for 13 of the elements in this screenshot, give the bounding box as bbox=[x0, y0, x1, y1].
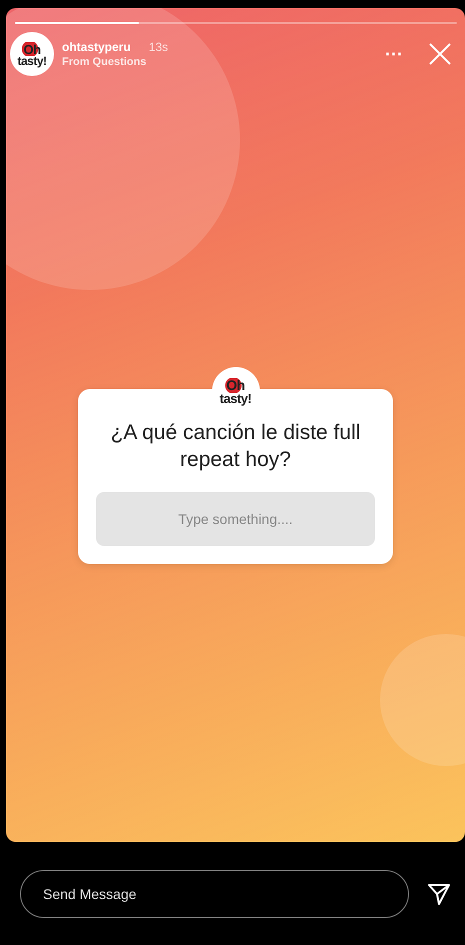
message-field[interactable]: Send Message bbox=[20, 870, 409, 918]
more-button[interactable]: ··· bbox=[385, 44, 403, 64]
subtitle: From Questions bbox=[62, 56, 148, 68]
question-text: ¿A qué canción le diste full repeat hoy? bbox=[110, 420, 362, 474]
logo-text: tasty! bbox=[220, 392, 252, 404]
close-button[interactable] bbox=[427, 41, 453, 67]
send-icon bbox=[427, 882, 451, 906]
logo-text: tasty! bbox=[17, 56, 46, 66]
timestamp: 13s bbox=[148, 40, 168, 54]
send-button[interactable] bbox=[427, 882, 451, 906]
username[interactable]: ohtastyperu bbox=[62, 40, 131, 54]
answer-field[interactable]: Type something.... bbox=[96, 492, 375, 546]
close-icon bbox=[427, 41, 453, 67]
